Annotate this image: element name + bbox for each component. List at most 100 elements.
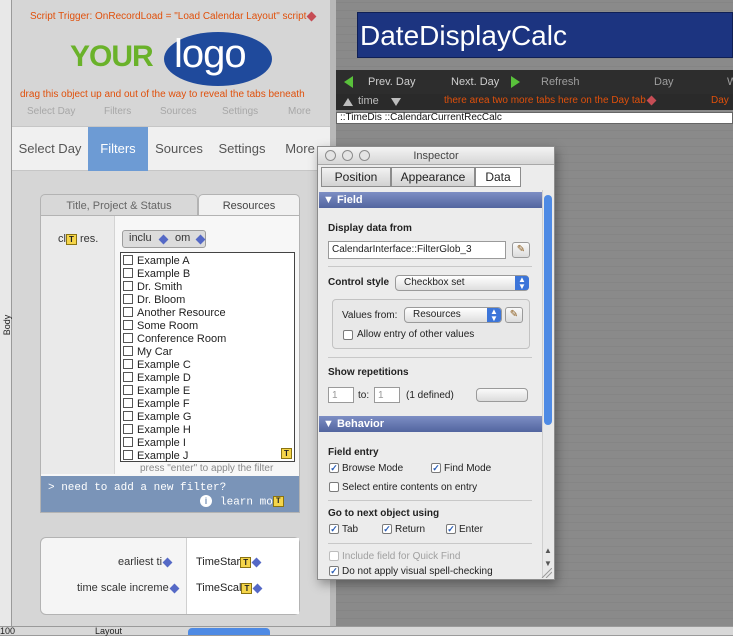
list-item-label: Example G [137,411,192,423]
pencil-icon[interactable]: ✎ [512,242,530,258]
checkbox[interactable] [123,307,133,317]
info-icon[interactable]: i [200,495,212,507]
list-item[interactable]: Example F [123,398,190,411]
subtab-title-project-status[interactable]: Title, Project & Status [40,194,198,216]
list-item[interactable]: Example C [123,359,191,372]
list-item[interactable]: Example B [123,268,190,281]
checkbox[interactable] [123,359,133,369]
calendar-field-text[interactable]: ::TimeDis ::CalendarCurrentRecCalc [340,112,502,123]
week-view-button[interactable]: W [727,76,733,88]
tab-key-checkbox[interactable]: ✓ [329,524,339,534]
tab-appearance[interactable]: Appearance [391,167,475,187]
control-style-popup[interactable]: Checkbox set [395,275,529,291]
body-part-label: Body [2,314,12,336]
quick-find-checkbox[interactable] [329,551,339,561]
text-object-icon: T [241,582,253,594]
scroll-down-icon[interactable]: ▼ [544,559,552,568]
checkbox[interactable] [123,398,133,408]
omit-label[interactable]: om [175,232,190,244]
time-scale-label: time scale increme [77,582,180,594]
logo-text-your: YOUR [70,40,154,73]
repetition-orientation-toggle[interactable] [476,388,528,402]
learn-more-link[interactable]: learn mo T [220,496,284,508]
ghost-tab-settings: Settings [222,106,259,117]
date-display-field[interactable]: DateDisplayCalc [360,20,567,52]
select-entire-checkbox[interactable] [329,482,339,492]
diamond-icon [195,234,206,245]
control-style-label: Control style [328,277,390,288]
tab-data[interactable]: Data [475,167,521,187]
return-key-checkbox[interactable]: ✓ [382,524,392,534]
prev-arrow-icon[interactable] [344,76,353,88]
spell-check-checkbox[interactable]: ✓ [329,566,339,576]
list-item[interactable]: Example H [123,424,191,437]
checkbox[interactable] [123,281,133,291]
pencil-icon[interactable]: ✎ [505,307,523,323]
repetitions-from-field[interactable]: 1 [328,387,354,403]
divider [328,266,532,267]
list-item[interactable]: Example I [123,437,186,450]
list-item[interactable]: Example D [123,372,191,385]
refresh-button[interactable]: Refresh [541,76,580,88]
list-item[interactable]: Example E [123,385,190,398]
tab-settings[interactable]: Settings [210,127,274,171]
prev-day-button[interactable]: Prev. Day [368,76,415,88]
checkbox[interactable] [123,450,133,460]
time-start-field[interactable]: TimeStar T [196,556,262,568]
checkbox[interactable] [123,294,133,304]
allow-other-values-checkbox[interactable] [343,330,353,340]
diamond-icon [251,557,262,568]
day-view-button[interactable]: Day [654,76,674,88]
checkbox[interactable] [123,424,133,434]
list-item[interactable]: Dr. Bloom [123,294,185,307]
checkbox[interactable] [123,255,133,265]
tab-select-day[interactable]: Select Day [12,127,88,171]
up-arrow-icon[interactable] [343,98,353,106]
field-section-header[interactable]: ▼ Field [319,192,543,208]
enter-key-checkbox[interactable]: ✓ [446,524,456,534]
checkbox[interactable] [123,320,133,330]
subtab-resources[interactable]: Resources [198,194,300,216]
down-arrow-icon[interactable] [391,98,401,106]
list-item[interactable]: Example J [123,450,188,463]
tab-sources[interactable]: Sources [148,127,210,171]
next-arrow-icon[interactable] [511,76,520,88]
list-item[interactable]: Another Resource [123,307,226,320]
status-mode-button[interactable] [188,628,270,635]
checkbox[interactable] [123,372,133,382]
checkbox[interactable] [123,346,133,356]
checkbox[interactable] [123,411,133,421]
next-day-button[interactable]: Next. Day [451,76,499,88]
scroll-up-icon[interactable]: ▲ [544,546,552,555]
browse-mode-checkbox[interactable]: ✓ [329,463,339,473]
scrollbar-thumb[interactable] [544,195,552,425]
tab-filters[interactable]: Filters [88,127,148,171]
checkbox[interactable] [123,437,133,447]
tab-position[interactable]: Position [321,167,391,187]
display-data-from-field[interactable]: CalendarInterface::FilterGlob_3 [328,241,506,259]
resources-checkbox-list[interactable]: Example A Example B Dr. Smith Dr. Bloom … [120,252,295,462]
checkbox[interactable] [123,333,133,343]
time-scale-field[interactable]: TimeScal T [196,582,263,594]
list-item[interactable]: Dr. Smith [123,281,182,294]
behavior-section-header[interactable]: ▼ Behavior [319,416,543,432]
checkbox[interactable] [123,385,133,395]
repetitions-to-label: to: [358,390,370,401]
list-item[interactable]: Example A [123,255,190,268]
list-item[interactable]: Some Room [123,320,198,333]
list-item-label: My Car [137,346,173,358]
list-item[interactable]: Example G [123,411,191,424]
list-item[interactable]: Conference Room [123,333,226,346]
go-next-label: Go to next object using [328,508,440,519]
find-mode-checkbox[interactable]: ✓ [431,463,441,473]
include-omit-toggle[interactable]: inclu om [122,230,206,248]
script-trigger-text: Script Trigger: OnRecordLoad = "Load Cal… [30,11,307,22]
include-label[interactable]: inclu [129,232,152,244]
resize-grip-icon[interactable] [540,568,552,578]
clear-resources-label[interactable]: cl T res. [58,233,98,245]
list-item[interactable]: My Car [123,346,172,359]
ghost-tab-select-day: Select Day [27,106,76,117]
logo[interactable]: YOUR logo [70,32,272,88]
checkbox[interactable] [123,268,133,278]
repetitions-to-field[interactable]: 1 [374,387,400,403]
